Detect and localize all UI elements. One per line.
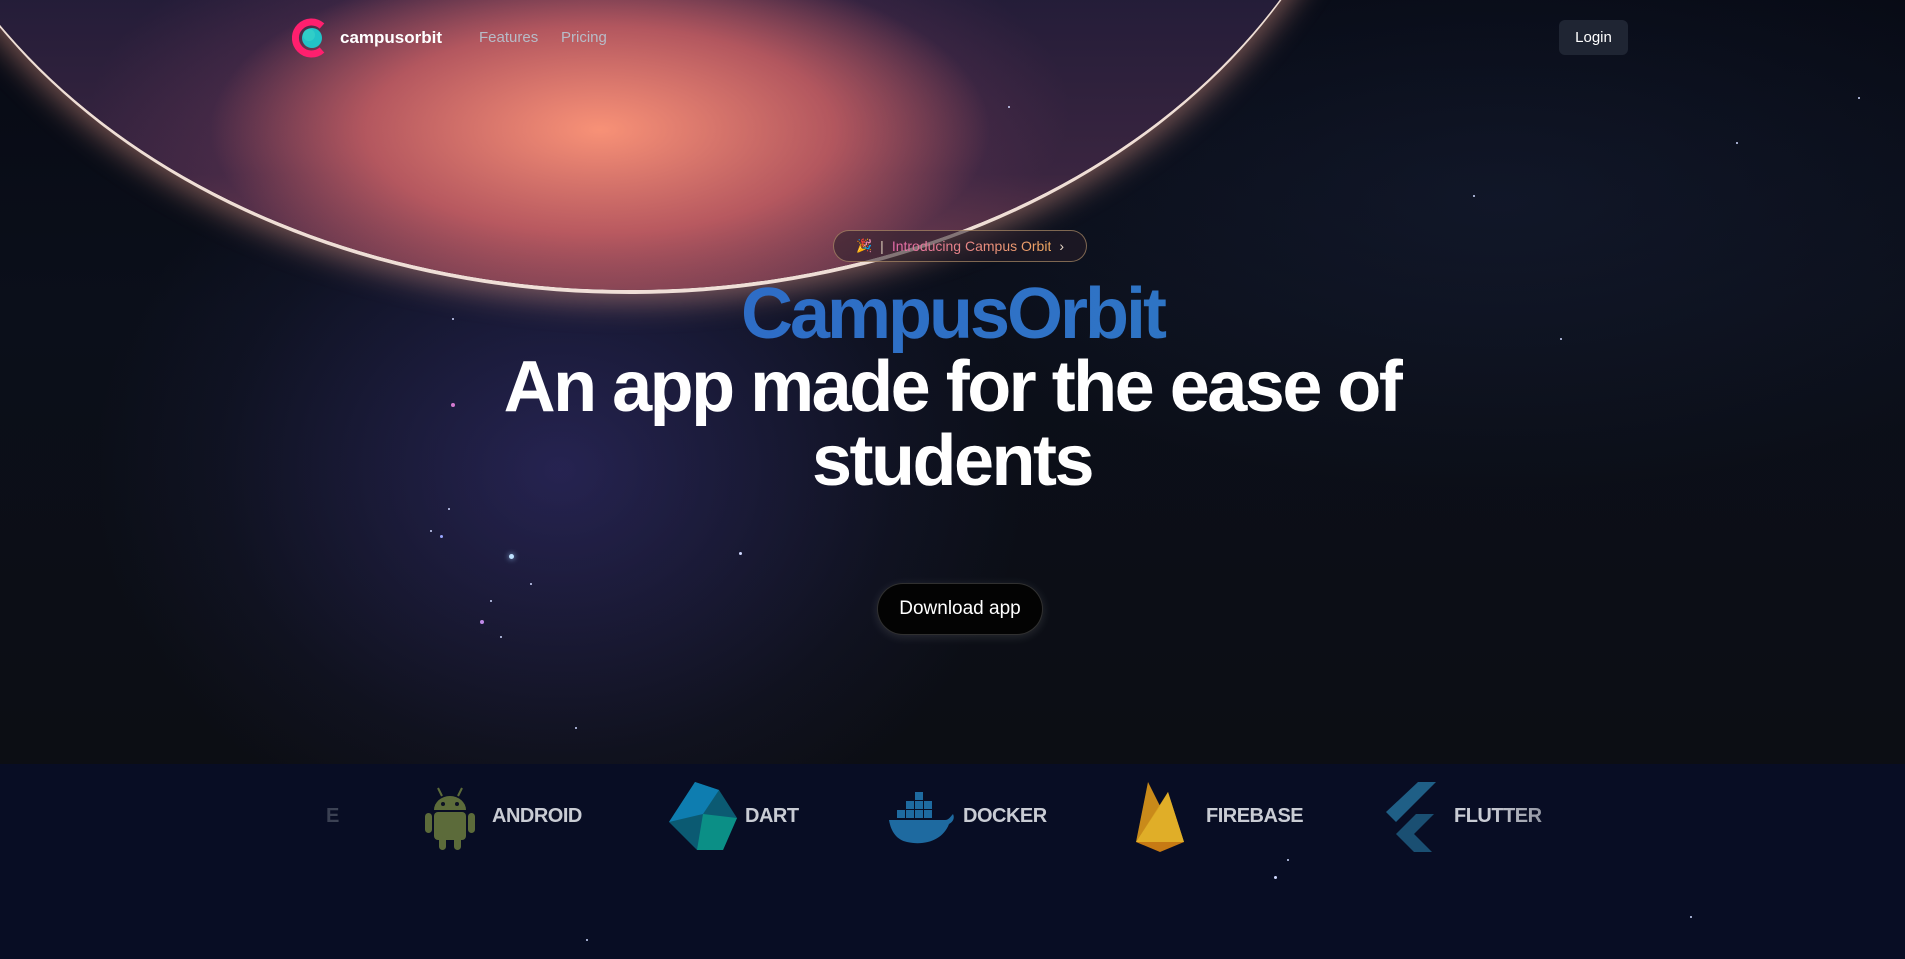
tech-item-docker: DOCKER xyxy=(885,780,1047,852)
party-popper-icon: 🎉 xyxy=(855,238,873,253)
tech-label-android: ANDROID xyxy=(492,804,582,827)
star xyxy=(586,939,588,941)
tech-logo-strip: E ANDROID DART xyxy=(0,764,1905,959)
flutter-icon xyxy=(1386,782,1436,852)
star xyxy=(1287,859,1289,861)
star xyxy=(530,583,532,585)
login-button[interactable]: Login xyxy=(1559,20,1628,55)
star xyxy=(1473,195,1475,197)
nav-link-features[interactable]: Features xyxy=(479,29,538,46)
star xyxy=(1690,916,1692,918)
star xyxy=(480,620,484,624)
headline-line-1: An app made for the ease of xyxy=(503,347,1403,427)
badge-separator: | xyxy=(880,238,884,254)
dart-icon xyxy=(669,782,737,850)
strip-fade-right xyxy=(1490,764,1905,884)
tech-label-dart: DART xyxy=(745,804,799,827)
star xyxy=(1736,142,1738,144)
star xyxy=(448,508,450,510)
badge-text: Introducing Campus Orbit xyxy=(891,238,1052,254)
headline-line-2: students xyxy=(811,421,1095,501)
app-name-heading: CampusOrbit xyxy=(0,274,1905,354)
android-icon xyxy=(425,787,475,850)
tech-item-dart: DART xyxy=(667,780,799,852)
star xyxy=(440,535,443,538)
star xyxy=(509,554,514,559)
top-navbar: campusorbit Features Pricing Login xyxy=(0,0,1905,76)
star xyxy=(739,552,742,555)
firebase-icon xyxy=(1136,782,1184,852)
campusorbit-logo-icon[interactable] xyxy=(292,18,326,58)
strip-fade-left xyxy=(0,764,420,884)
announcement-badge[interactable]: 🎉 | Introducing Campus Orbit › xyxy=(833,230,1087,262)
chevron-right-icon: › xyxy=(1059,238,1065,254)
star xyxy=(430,530,432,532)
tech-label-docker: DOCKER xyxy=(963,804,1047,827)
star xyxy=(575,727,577,729)
star xyxy=(1274,876,1277,879)
brand-name[interactable]: campusorbit xyxy=(340,28,442,48)
nav-link-pricing[interactable]: Pricing xyxy=(561,29,607,46)
download-app-button[interactable]: Download app xyxy=(877,583,1043,635)
tech-item-android: ANDROID xyxy=(414,780,582,852)
star xyxy=(1858,97,1860,99)
star xyxy=(1008,106,1010,108)
star xyxy=(490,600,492,602)
tech-item-firebase: FIREBASE xyxy=(1128,780,1304,852)
star xyxy=(500,636,502,638)
docker-icon xyxy=(889,792,954,844)
tech-label-firebase: FIREBASE xyxy=(1206,804,1304,827)
hero-headline: An app made for the ease of students xyxy=(452,350,1452,498)
